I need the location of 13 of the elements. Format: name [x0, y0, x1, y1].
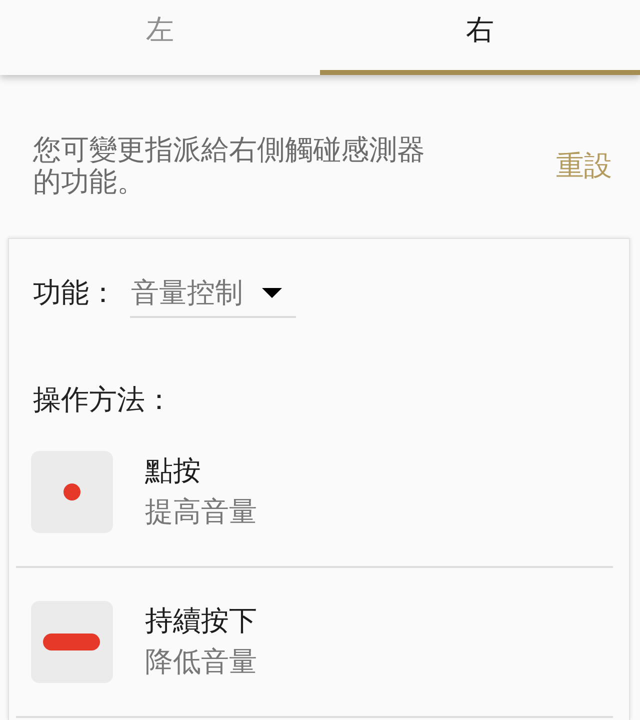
operation-title: 點按	[145, 453, 201, 489]
operation-action: 降低音量	[145, 644, 257, 680]
tab[interactable]: 右	[320, 0, 640, 75]
caret-icon	[262, 288, 282, 298]
tab[interactable]: 左	[0, 0, 320, 75]
function-dropdown[interactable]: 音量控制	[130, 275, 296, 318]
operation-title: 持續按下	[145, 603, 257, 639]
dash-icon	[31, 601, 113, 683]
operation-action: 提高音量	[145, 494, 257, 530]
reset-button[interactable]: 重設	[556, 148, 612, 184]
operation-heading: 操作方法：	[33, 382, 173, 418]
description-text: 您可變更指派給右側觸碰感測器的功能。	[33, 134, 426, 198]
function-label: 功能：	[33, 275, 117, 311]
